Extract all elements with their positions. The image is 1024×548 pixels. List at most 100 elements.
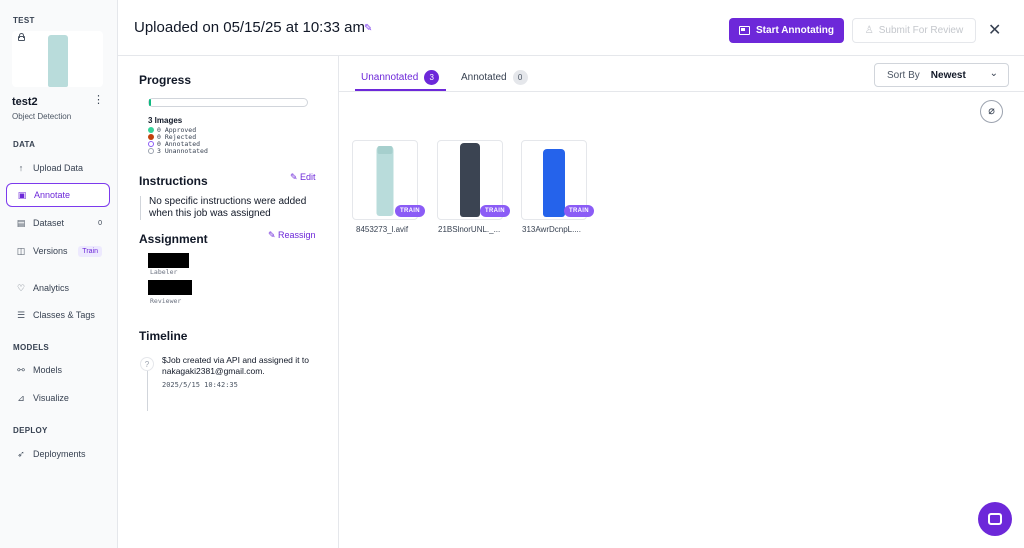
tab-label: Annotated bbox=[461, 72, 507, 83]
section-deploy: DEPLOY bbox=[13, 426, 48, 435]
sidebar-item-label: Deployments bbox=[33, 449, 86, 459]
sidebar-item-label: Annotate bbox=[34, 190, 71, 200]
sidebar: TEST test2 ⋮ Object Detection DATA ↑ Upl… bbox=[0, 0, 118, 548]
submit-for-review-label: Submit For Review bbox=[878, 25, 964, 36]
sidebar-item-deployments[interactable]: ➶ Deployments bbox=[6, 442, 110, 466]
sidebar-item-label: Visualize bbox=[33, 393, 69, 403]
sidebar-item-label: Upload Data bbox=[33, 163, 84, 173]
progress-fill bbox=[149, 99, 151, 106]
project-thumbnail[interactable] bbox=[12, 31, 103, 87]
user-icon: ♙ bbox=[864, 25, 874, 36]
image-filename: 21BSlnorUNL._... bbox=[438, 225, 501, 234]
timeline-event-time: 2025/5/15 10:42:35 bbox=[162, 381, 238, 389]
instructions-title: Instructions bbox=[139, 174, 208, 188]
edit-instructions-link[interactable]: ✎ Edit bbox=[290, 172, 316, 183]
sidebar-item-classes-tags[interactable]: ☰ Classes & Tags bbox=[6, 303, 110, 327]
hide-annotations-icon[interactable]: ⌀ bbox=[980, 100, 1003, 123]
edit-icon: ✎ bbox=[268, 230, 279, 240]
submit-for-review-button[interactable]: ♙ Submit For Review bbox=[852, 18, 976, 43]
progress-bar bbox=[148, 98, 308, 107]
images-count: 3 Images bbox=[148, 116, 183, 125]
more-options-icon[interactable]: ⋮ bbox=[93, 95, 104, 106]
sidebar-item-label: Classes & Tags bbox=[33, 310, 95, 320]
edit-title-icon[interactable]: ✎ bbox=[364, 23, 372, 34]
upload-icon: ↑ bbox=[18, 163, 24, 173]
active-tab-indicator bbox=[355, 89, 446, 91]
assignment-title: Assignment bbox=[139, 232, 208, 246]
header: Uploaded on 05/15/25 at 10:33 am ✎ Start… bbox=[118, 0, 1024, 56]
tab-annotated[interactable]: Annotated 0 bbox=[461, 70, 528, 85]
sort-dropdown[interactable]: Sort By Newest ⌄ bbox=[874, 63, 1009, 87]
labeler-redacted bbox=[148, 253, 189, 268]
chat-support-button[interactable] bbox=[978, 502, 1012, 536]
timeline-title: Timeline bbox=[139, 329, 188, 343]
sort-value: Newest bbox=[930, 69, 966, 81]
tab-label: Unannotated bbox=[361, 72, 419, 83]
start-annotating-button[interactable]: Start Annotating bbox=[729, 18, 844, 43]
labeler-role: Labeler bbox=[150, 268, 178, 276]
annotate-icon bbox=[739, 26, 751, 35]
legend-unannotated: 3 Unannotated bbox=[148, 147, 208, 155]
tab-unannotated[interactable]: Unannotated 3 bbox=[361, 70, 440, 85]
edit-label: Edit bbox=[300, 172, 316, 182]
sort-label: Sort By bbox=[887, 69, 920, 81]
workspace-name: TEST bbox=[13, 16, 35, 25]
sidebar-item-analytics[interactable]: ♡ Analytics bbox=[6, 276, 110, 300]
train-badge: TRAIN bbox=[480, 205, 510, 217]
start-annotating-label: Start Annotating bbox=[756, 25, 834, 36]
sidebar-item-upload-data[interactable]: ↑ Upload Data bbox=[6, 156, 110, 180]
sidebar-item-label: Analytics bbox=[33, 283, 70, 293]
dataset-count: 0 bbox=[98, 219, 102, 227]
image-thumbnail-cap bbox=[377, 146, 393, 154]
annotate-icon: ▣ bbox=[17, 190, 27, 200]
project-type: Object Detection bbox=[12, 112, 72, 121]
sidebar-item-dataset[interactable]: ▤ Dataset 0 bbox=[6, 211, 110, 235]
page-title: Uploaded on 05/15/25 at 10:33 am bbox=[134, 19, 366, 36]
unannotated-dot bbox=[148, 148, 154, 154]
train-tag: Train bbox=[78, 245, 102, 257]
rocket-icon: ➶ bbox=[17, 449, 25, 459]
analytics-icon: ♡ bbox=[16, 283, 26, 293]
sidebar-item-models[interactable]: ⚯ Models bbox=[6, 358, 110, 382]
image-filename: 8453273_l.avif bbox=[356, 225, 409, 234]
image-filename: 313AwrDcnpL.... bbox=[522, 225, 581, 234]
timeline-event-text: $Job created via API and assigned it to … bbox=[162, 355, 309, 376]
dataset-icon: ▤ bbox=[16, 218, 26, 228]
sidebar-item-label: Models bbox=[33, 365, 63, 375]
instructions-text: No specific instructions were added when… bbox=[140, 196, 316, 220]
close-icon[interactable]: ✕ bbox=[988, 20, 1001, 40]
sidebar-item-label: Versions bbox=[33, 246, 68, 256]
sidebar-item-visualize[interactable]: ⊿ Visualize bbox=[6, 386, 110, 410]
image-thumbnail bbox=[543, 149, 565, 217]
lock-icon bbox=[18, 33, 25, 41]
versions-icon: ◫ bbox=[16, 246, 26, 256]
visualize-icon: ⊿ bbox=[17, 393, 25, 403]
project-name: test2 bbox=[12, 96, 38, 108]
reviewer-redacted bbox=[148, 280, 192, 295]
question-icon: ? bbox=[140, 357, 154, 371]
image-thumbnail bbox=[376, 146, 394, 216]
image-tabs: Unannotated 3 Annotated 0 Sort By Newest… bbox=[339, 56, 1024, 92]
train-badge: TRAIN bbox=[395, 205, 425, 217]
section-data: DATA bbox=[13, 140, 36, 149]
reassign-label: Reassign bbox=[278, 230, 316, 240]
tab-count: 3 bbox=[424, 70, 440, 85]
edit-icon: ✎ bbox=[290, 172, 301, 182]
image-thumbnail bbox=[460, 143, 480, 217]
models-icon: ⚯ bbox=[17, 365, 25, 375]
chevron-down-icon: ⌄ bbox=[989, 68, 998, 79]
job-details-panel: Progress 3 Images 0 Approved 0 Rejected … bbox=[118, 56, 339, 548]
reviewer-role: Reviewer bbox=[150, 297, 182, 305]
section-models: MODELS bbox=[13, 343, 50, 352]
tab-count: 0 bbox=[512, 70, 528, 85]
sidebar-item-label: Dataset bbox=[33, 218, 65, 228]
sidebar-item-versions[interactable]: ◫ Versions Train bbox=[6, 239, 110, 263]
reassign-link[interactable]: ✎ Reassign bbox=[268, 230, 316, 241]
legend-label: 3 Unannotated bbox=[157, 147, 208, 155]
progress-title: Progress bbox=[139, 73, 192, 87]
sidebar-item-annotate[interactable]: ▣ Annotate bbox=[6, 183, 110, 207]
train-badge: TRAIN bbox=[564, 205, 594, 217]
timeline-line bbox=[147, 371, 148, 411]
classes-icon: ☰ bbox=[16, 310, 26, 320]
chat-icon bbox=[988, 513, 1002, 525]
